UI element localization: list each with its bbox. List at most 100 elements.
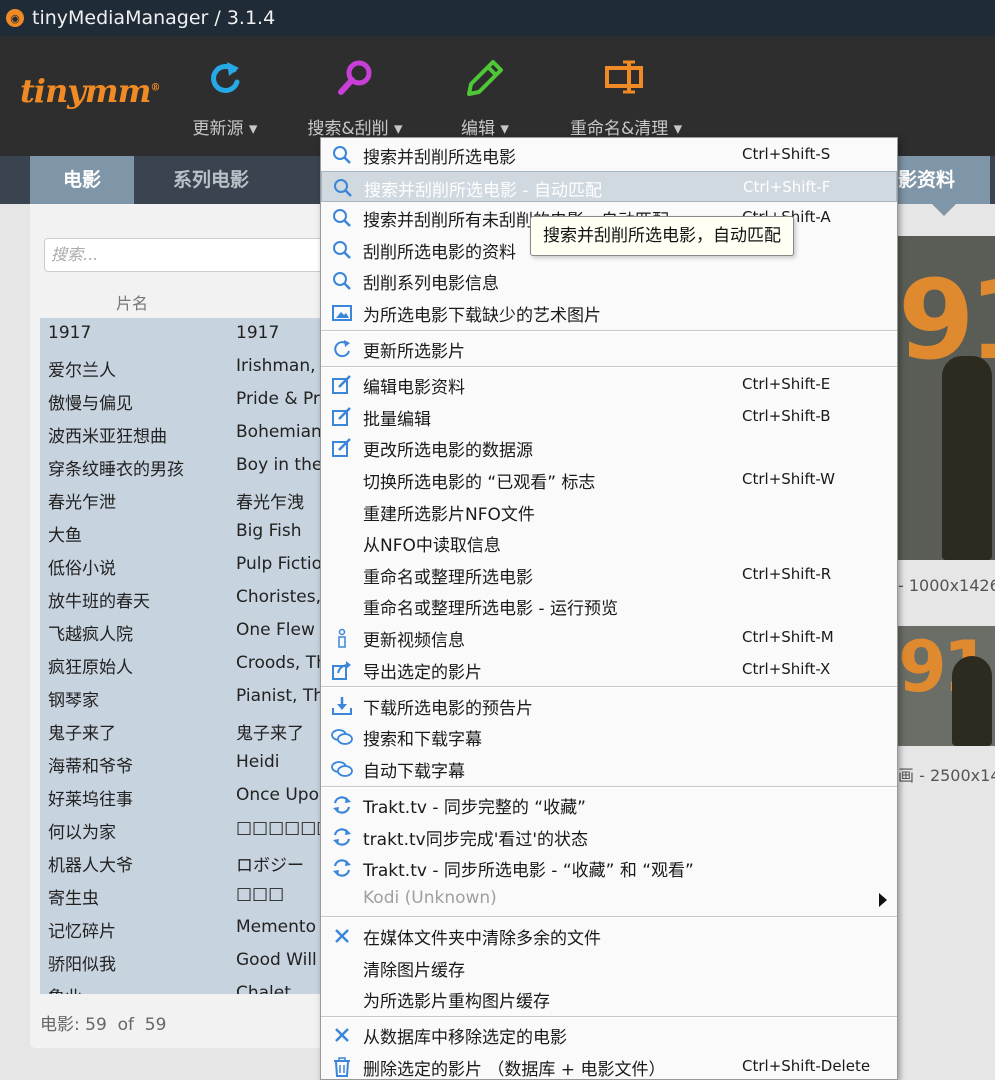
pencil-icon <box>467 60 503 96</box>
movie-title: 疯狂原始人 <box>48 658 133 678</box>
table-row[interactable]: 海蒂和爷爷 Heidi <box>40 747 330 780</box>
menu-item[interactable]: 导出选定的影片 Ctrl+Shift-X <box>321 654 897 685</box>
menu-item[interactable]: Trakt.tv - 同步所选电影 - “收藏” 和 “观看” <box>321 852 897 883</box>
tab-movies[interactable]: 电影 <box>30 156 134 216</box>
table-row[interactable]: 爱尔兰人 Irishman, The <box>40 351 330 384</box>
table-row[interactable]: 波西米亚狂想曲 Bohemian Rhapsody <box>40 417 330 450</box>
search-input[interactable]: 搜索... <box>44 238 334 272</box>
sync-icon <box>331 826 353 848</box>
menu-item[interactable]: 重建所选影片NFO文件 <box>321 496 897 527</box>
menu-item: Kodi (Unknown) <box>321 884 897 915</box>
toolbar-search-scrape[interactable]: 搜索&刮削 ▾ <box>300 56 410 139</box>
menu-item[interactable]: 从NFO中读取信息 <box>321 527 897 558</box>
search-icon <box>332 177 354 199</box>
movie-original-title: One Flew Over the Cuckoo's Nest <box>236 620 330 640</box>
menu-item-label: trakt.tv同步完成'看过'的状态 <box>363 829 589 850</box>
table-row[interactable]: 1917 1917 <box>40 318 330 351</box>
table-row[interactable]: 低俗小说 Pulp Fiction <box>40 549 330 582</box>
menu-item-label: 为所选影片重构图片缓存 <box>363 992 550 1013</box>
menu-item[interactable]: 搜索并刮削所选电影 Ctrl+Shift-S <box>321 139 897 170</box>
menu-separator <box>321 916 897 919</box>
toolbar-rename-cleanup[interactable]: 重命名&清理 ▾ <box>570 56 682 139</box>
movie-original-title: Choristes, Les <box>236 587 330 607</box>
menu-item[interactable]: 重命名或整理所选电影 - 运行预览 <box>321 590 897 621</box>
menu-item[interactable]: 搜索并刮削所选电影 - 自动匹配 Ctrl+Shift-F <box>321 170 897 202</box>
menu-item[interactable]: 重命名或整理所选电影 Ctrl+Shift-R <box>321 559 897 590</box>
movie-title: 低俗小说 <box>48 559 116 579</box>
menu-item-label: 更新所选影片 <box>363 342 465 363</box>
menu-item-label: Kodi (Unknown) <box>363 887 497 908</box>
menu-item[interactable]: trakt.tv同步完成'看过'的状态 <box>321 821 897 852</box>
menu-item-shortcut: Ctrl+Shift-S <box>742 145 831 163</box>
menu-item[interactable]: 更新视频信息 Ctrl+Shift-M <box>321 622 897 653</box>
subtitle-icon <box>331 726 353 748</box>
menu-item[interactable]: Trakt.tv - 同步完整的 “收藏” <box>321 789 897 820</box>
title-bar: ◉ tinyMediaManager / 3.1.4 <box>0 0 995 36</box>
table-row[interactable]: 大鱼 Big Fish <box>40 516 330 549</box>
menu-item[interactable]: 刮削系列电影信息 <box>321 265 897 296</box>
menu-item-label: 重建所选影片NFO文件 <box>363 504 535 525</box>
menu-item-label: 重命名或整理所选电影 - 运行预览 <box>363 599 618 620</box>
menu-item-shortcut: Ctrl+Shift-F <box>743 177 831 196</box>
table-row[interactable]: 穿条纹睡衣的男孩 Boy in the Striped Pyjamas, The <box>40 450 330 483</box>
menu-item[interactable]: 编辑电影资料 Ctrl+Shift-E <box>321 369 897 400</box>
toolbar-update-sources[interactable]: 更新源 ▾ <box>170 56 280 139</box>
movie-original-title: ロボジー <box>236 856 304 876</box>
movie-title: 波西米亚狂想曲 <box>48 427 167 447</box>
refresh-icon <box>211 62 240 93</box>
menu-item[interactable]: 更改所选电影的数据源 <box>321 432 897 463</box>
movie-title: 1917 <box>48 323 92 343</box>
app-icon: ◉ <box>6 9 24 27</box>
table-row[interactable]: 好莱坞往事 Once Upon a Time in Hollywood <box>40 780 330 813</box>
movie-title: 机器人大爷 <box>48 856 133 876</box>
menu-item[interactable]: 下载所选电影的预告片 <box>321 690 897 721</box>
subtitle-icon <box>331 758 353 780</box>
table-row[interactable]: 骄阳似我 Good Will Hunting <box>40 945 330 978</box>
movie-original-title: Chalet <box>236 983 291 994</box>
table-row[interactable]: 飞越疯人院 One Flew Over the Cuckoo's Nest <box>40 615 330 648</box>
column-header-title[interactable]: 片名 <box>116 290 148 314</box>
menu-item[interactable]: 清除图片缓存 <box>321 952 897 983</box>
movie-list[interactable]: 1917 1917 爱尔兰人 Irishman, The 傲慢与偏见 Pride & Pr… <box>40 318 330 994</box>
table-row[interactable]: 傲慢与偏见 Pride & Prejudice <box>40 384 330 417</box>
menu-item[interactable]: 删除选定的影片 （数据库 + 电影文件） Ctrl+Shift-Delete <box>321 1051 897 1080</box>
menu-item[interactable]: 更新所选影片 <box>321 333 897 364</box>
menu-item[interactable]: 为所选影片重构图片缓存 <box>321 983 897 1014</box>
search-icon <box>331 207 353 229</box>
movie-count: 电影: 59 of 59 <box>40 1015 167 1035</box>
menu-item-shortcut: Ctrl+Shift-R <box>742 564 832 583</box>
tab-movie-details[interactable]: 影资料 <box>898 156 990 216</box>
table-row[interactable]: 春光乍泄 春光乍洩 <box>40 483 330 516</box>
movie-original-title: Pianist, The <box>236 686 330 706</box>
table-row[interactable]: 放牛班的春天 Choristes, Les <box>40 582 330 615</box>
menu-item[interactable]: 为所选电影下载缺少的艺术图片 <box>321 297 897 328</box>
menu-item-shortcut: Ctrl+Shift-M <box>742 628 834 646</box>
tab-tv-shows[interactable]: 系列电影 <box>146 156 276 204</box>
table-row[interactable]: 记忆碎片 Memento <box>40 912 330 945</box>
menu-item[interactable]: 在媒体文件夹中清除多余的文件 <box>321 920 897 951</box>
menu-item-label: 清除图片缓存 <box>363 960 465 981</box>
context-menu: 搜索并刮削所选电影 Ctrl+Shift-S 搜索并刮削所选电影 - 自动匹配 Ctr… <box>320 137 898 1080</box>
table-row[interactable]: 疯狂原始人 Croods, The <box>40 648 330 681</box>
menu-separator <box>321 686 897 689</box>
movie-title: 海蒂和爷爷 <box>48 757 133 777</box>
menu-item[interactable]: 批量编辑 Ctrl+Shift-B <box>321 401 897 432</box>
menu-item[interactable]: 搜索和下载字幕 <box>321 721 897 752</box>
table-row[interactable]: 象业 Chalet <box>40 978 330 994</box>
menu-item[interactable]: 切换所选电影的 “已观看” 标志 Ctrl+Shift-W <box>321 464 897 495</box>
toolbar-edit[interactable]: 编辑 ▾ <box>430 56 540 139</box>
movie-title: 放牛班的春天 <box>48 592 150 612</box>
table-row[interactable]: 鬼子来了 鬼子来了 <box>40 714 330 747</box>
table-row[interactable]: 何以为家 □□□□□□□ <box>40 813 330 846</box>
movie-original-title: □□□ <box>236 884 285 904</box>
trash-icon <box>331 1056 353 1078</box>
table-row[interactable]: 钢琴家 Pianist, The <box>40 681 330 714</box>
menu-item[interactable]: 从数据库中移除选定的电影 <box>321 1019 897 1050</box>
table-row[interactable]: 寄生虫 □□□ <box>40 879 330 912</box>
tooltip: 搜索并刮削所选电影，自动匹配 <box>530 216 794 256</box>
menu-item[interactable]: 自动下载字幕 <box>321 753 897 784</box>
table-row[interactable]: 机器人大爷 ロボジー <box>40 846 330 879</box>
movie-title: 爱尔兰人 <box>48 361 116 381</box>
menu-item-label: 编辑电影资料 <box>363 378 465 399</box>
menu-item-label: Trakt.tv - 同步所选电影 - “收藏” 和 “观看” <box>363 861 694 882</box>
